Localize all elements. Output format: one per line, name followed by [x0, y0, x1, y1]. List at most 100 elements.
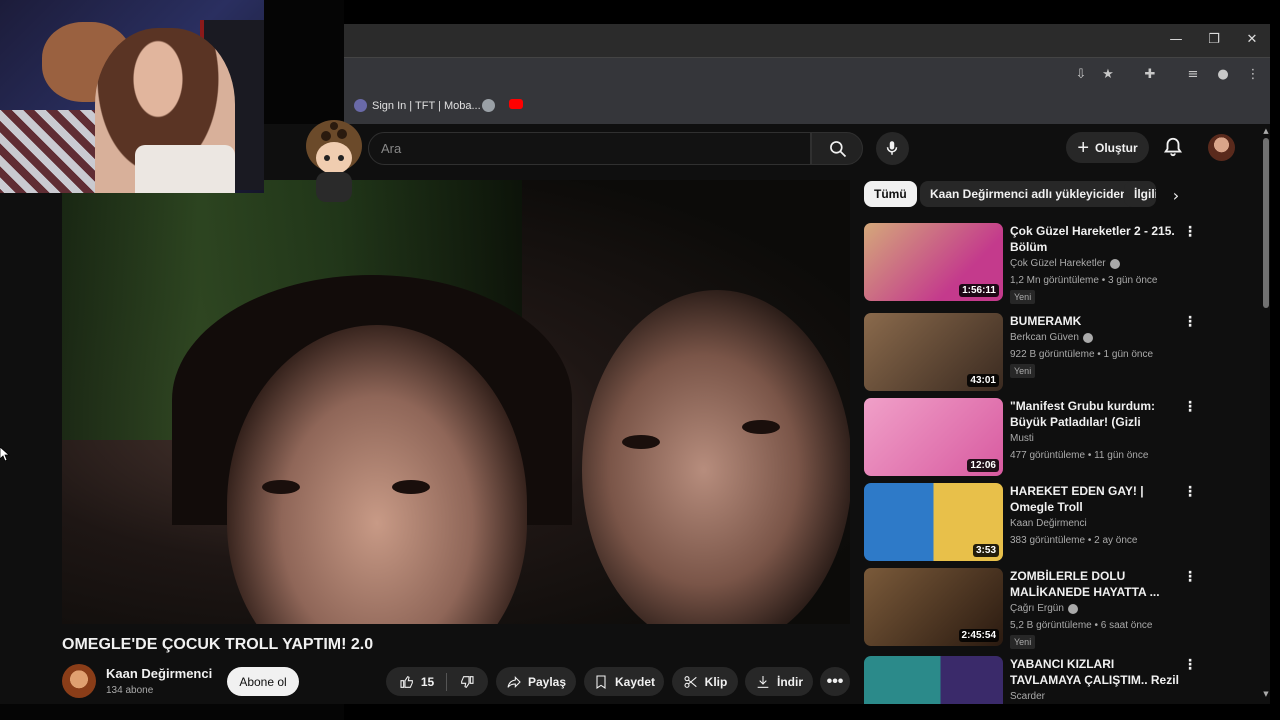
- recommendation-item[interactable]: 3:53 HAREKET EDEN GAY! | Omegle Troll Ka…: [864, 483, 1200, 563]
- chip-uploader[interactable]: Kaan Değirmenci adlı yükleyiciden: [920, 181, 1138, 207]
- streamer-shirt: [135, 145, 235, 193]
- dislike-icon[interactable]: [459, 674, 475, 690]
- bookmark-globe[interactable]: [482, 99, 495, 112]
- video-player[interactable]: [62, 180, 850, 624]
- clip-button[interactable]: Klip: [672, 667, 738, 696]
- youtube-page: Ara + Oluştur OMEGLE'DE ÇOCUK TROLL YAPT…: [0, 124, 1270, 704]
- recommendation-meta: 922 B görüntüleme • 1 gün önce: [1010, 349, 1154, 360]
- search-input[interactable]: Ara: [368, 132, 811, 165]
- channel-label: Çok Güzel Hareketler: [1010, 258, 1106, 269]
- recommendation-channel[interactable]: Çok Güzel Hareketler: [1010, 258, 1120, 269]
- download-button[interactable]: İndir: [745, 667, 813, 696]
- video-thumbnail[interactable]: 2:45:54: [864, 568, 1003, 646]
- recommendation-channel[interactable]: Çağrı Ergün: [1010, 603, 1078, 614]
- mouse-cursor-icon: [0, 447, 10, 461]
- chip-all[interactable]: Tümü: [864, 181, 917, 207]
- bookmark-icon: [596, 674, 606, 689]
- recommendation-title[interactable]: HAREKET EDEN GAY! | Omegle Troll: [1010, 483, 1180, 515]
- video-thumbnail[interactable]: 12:06: [864, 398, 1003, 476]
- bookmark-tft[interactable]: Sign In | TFT | Moba...: [354, 99, 481, 112]
- recommendation-item[interactable]: YABANCI KIZLARI TAVLAMAYA ÇALIŞTIM.. Rez…: [864, 656, 1200, 704]
- video-duration: 12:06: [967, 459, 999, 472]
- recommendation-channel[interactable]: Berkcan Güven: [1010, 332, 1093, 343]
- profile-icon[interactable]: ●: [1214, 66, 1232, 84]
- video-frame-eye: [262, 480, 300, 494]
- recommendation-channel[interactable]: Scarder: [1010, 691, 1045, 702]
- new-badge: Yeni: [1010, 290, 1036, 304]
- recommendation-title[interactable]: Çok Güzel Hareketler 2 - 215. Bölüm: [1010, 223, 1180, 255]
- voice-search-button[interactable]: [876, 132, 909, 165]
- chevron-right-icon[interactable]: ›: [1166, 186, 1186, 206]
- save-button[interactable]: Kaydet: [584, 667, 664, 696]
- extensions-icon[interactable]: ✚: [1141, 66, 1159, 84]
- video-thumbnail[interactable]: 43:01: [864, 313, 1003, 391]
- share-button[interactable]: Paylaş: [496, 667, 576, 696]
- like-icon[interactable]: [399, 674, 415, 690]
- bookmark-label: Sign In | TFT | Moba...: [372, 99, 481, 112]
- video-thumbnail[interactable]: 3:53: [864, 483, 1003, 561]
- tft-icon: [354, 99, 367, 112]
- download-label: İndir: [777, 674, 803, 689]
- recommendation-item[interactable]: 2:45:54 ZOMBİLERLE DOLU MALİKANEDE HAYAT…: [864, 568, 1200, 649]
- channel-avatar[interactable]: [62, 664, 96, 698]
- create-label: Oluştur: [1095, 140, 1138, 155]
- share-label: Paylaş: [527, 674, 567, 689]
- scissors-icon: [684, 675, 697, 688]
- bookmark-star-icon[interactable]: ★: [1099, 66, 1117, 84]
- scroll-up-icon[interactable]: ▲: [1261, 127, 1271, 137]
- verified-icon: [1067, 603, 1078, 614]
- more-vertical-icon[interactable]: ⋮: [1182, 483, 1198, 501]
- menu-icon[interactable]: ⋮: [1244, 66, 1262, 84]
- minimize-icon[interactable]: —: [1168, 32, 1184, 48]
- toolbar: ⇩ ★ ✚ ≡ ● ⋮: [344, 57, 1270, 91]
- notifications-icon[interactable]: [1162, 136, 1184, 158]
- scrollbar-thumb[interactable]: [1263, 138, 1269, 308]
- like-separator: [446, 672, 448, 691]
- download-icon: [757, 675, 769, 688]
- video-frame-face-right: [582, 290, 850, 624]
- channel-name[interactable]: Kaan Değirmenci: [106, 666, 212, 681]
- chip-related[interactable]: İlgili: [1124, 181, 1156, 207]
- globe-icon: [482, 99, 495, 112]
- install-app-icon[interactable]: ⇩: [1072, 66, 1090, 84]
- video-thumbnail[interactable]: 1:56:11: [864, 223, 1003, 301]
- recommendation-channel[interactable]: Musti: [1010, 433, 1034, 444]
- more-vertical-icon[interactable]: ⋮: [1182, 656, 1198, 674]
- subscribe-button[interactable]: Abone ol: [227, 667, 299, 696]
- like-count[interactable]: 15: [421, 675, 434, 689]
- more-vertical-icon[interactable]: ⋮: [1182, 313, 1198, 331]
- recommendation-item[interactable]: 1:56:11 Çok Güzel Hareketler 2 - 215. Bö…: [864, 223, 1200, 304]
- more-vertical-icon[interactable]: ⋮: [1182, 568, 1198, 586]
- close-icon[interactable]: ✕: [1244, 32, 1260, 48]
- like-dislike-group: 15: [386, 667, 488, 696]
- youtube-icon: [509, 99, 523, 109]
- video-title: OMEGLE'DE ÇOCUK TROLL YAPTIM! 2.0: [62, 636, 374, 653]
- search-button[interactable]: [811, 132, 863, 165]
- recommendation-channel[interactable]: Kaan Değirmenci: [1010, 518, 1087, 529]
- video-thumbnail[interactable]: [864, 656, 1003, 704]
- account-avatar[interactable]: [1208, 134, 1235, 161]
- more-vertical-icon[interactable]: ⋮: [1182, 398, 1198, 416]
- scroll-down-icon[interactable]: ▼: [1261, 690, 1271, 700]
- recommendation-title[interactable]: YABANCI KIZLARI TAVLAMAYA ÇALIŞTIM.. Rez…: [1010, 656, 1180, 690]
- share-icon: [507, 675, 521, 688]
- restore-icon[interactable]: ❐: [1206, 32, 1222, 48]
- more-actions-button[interactable]: •••: [820, 667, 850, 696]
- bookmark-youtube[interactable]: [509, 99, 523, 109]
- video-duration: 2:45:54: [958, 629, 999, 642]
- more-horizontal-icon: •••: [826, 672, 844, 690]
- recommendation-title[interactable]: ZOMBİLERLE DOLU MALİKANEDE HAYATTA ...: [1010, 568, 1180, 600]
- video-duration: 43:01: [967, 374, 999, 387]
- recommendation-title[interactable]: "Manifest Grubu kurdum: Büyük Patladılar…: [1010, 398, 1180, 432]
- recommendation-title[interactable]: BUMERAMK: [1010, 313, 1180, 329]
- recommendation-item[interactable]: 12:06 "Manifest Grubu kurdum: Büyük Patl…: [864, 398, 1200, 478]
- new-badge: Yeni: [1010, 635, 1036, 649]
- more-vertical-icon[interactable]: ⋮: [1182, 223, 1198, 241]
- recommendation-item[interactable]: 43:01 BUMERAMK Berkcan Güven 922 B görün…: [864, 313, 1200, 393]
- clip-label: Klip: [704, 674, 728, 689]
- title-bar: — ❐ ✕: [344, 24, 1270, 57]
- subscriber-count: 134 abone: [106, 685, 154, 696]
- create-button[interactable]: + Oluştur: [1066, 132, 1149, 163]
- media-control-icon[interactable]: ≡: [1184, 66, 1202, 84]
- verified-icon: [1109, 258, 1120, 269]
